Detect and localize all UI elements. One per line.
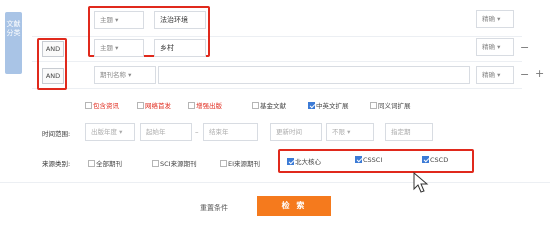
checkbox-checked[interactable]: [287, 157, 294, 165]
chevron-down-icon: ▾: [115, 16, 119, 24]
select-label: 指定期: [391, 128, 411, 136]
chevron-down-icon: ▾: [128, 71, 132, 79]
source-cssci[interactable]: CSSCI: [355, 155, 383, 164]
range-dash: –: [195, 128, 199, 136]
search-button[interactable]: 检 索: [257, 196, 331, 216]
chevron-down-icon: ▾: [497, 15, 501, 23]
publish-year-select[interactable]: 出版年度 ▾: [85, 123, 135, 141]
field-select-label: 期刊名称: [100, 71, 126, 79]
chevron-down-icon: ▾: [347, 128, 351, 136]
checkbox[interactable]: [85, 101, 92, 109]
chevron-down-icon: ▾: [119, 128, 123, 136]
remove-row-button[interactable]: −: [520, 42, 529, 53]
option-label: 增强出版: [196, 102, 222, 110]
end-year-select[interactable]: 结束年: [203, 123, 258, 141]
select-label: 出版年度: [91, 128, 117, 136]
option-label: EI来源期刊: [228, 160, 261, 168]
update-time-select[interactable]: 更新时间: [270, 123, 322, 141]
remove-row-button[interactable]: −: [520, 69, 529, 80]
field-select-3[interactable]: 期刊名称 ▾: [94, 66, 156, 84]
option-label: 北大核心: [295, 158, 321, 166]
source-category-label: 来源类别:: [42, 160, 71, 168]
row-divider: [32, 88, 522, 89]
select-label: 起始年: [146, 128, 166, 136]
chevron-down-icon: ▾: [497, 71, 501, 79]
match-select-label: 精确: [482, 71, 495, 79]
option-label: 基金文献: [260, 102, 286, 110]
option-label: 网络首发: [145, 102, 171, 110]
option-label: 中英文扩展: [316, 102, 349, 110]
source-ei[interactable]: EI来源期刊: [220, 158, 260, 168]
term-input-2[interactable]: 乡村: [154, 39, 206, 57]
field-select-label: 主题: [100, 44, 113, 52]
add-row-button[interactable]: +: [535, 68, 544, 79]
option-label: SCI来源期刊: [160, 160, 197, 168]
row-divider: [32, 61, 522, 62]
option-online-first[interactable]: 网络首发: [137, 100, 171, 110]
checkbox[interactable]: [88, 159, 95, 167]
select-label: 不限: [332, 128, 345, 136]
field-select-1[interactable]: 主题 ▾: [94, 11, 144, 29]
option-include-news[interactable]: 包含资讯: [85, 100, 119, 110]
term-input-3[interactable]: [158, 66, 470, 84]
checkbox[interactable]: [252, 101, 259, 109]
match-select-2[interactable]: 精确 ▾: [476, 38, 514, 56]
source-cscd[interactable]: CSCD: [422, 155, 449, 164]
match-select-label: 精确: [482, 15, 495, 23]
option-label: CSSCI: [363, 156, 383, 164]
option-label: CSCD: [430, 156, 449, 164]
field-select-2[interactable]: 主题 ▾: [94, 39, 144, 57]
row-divider: [0, 182, 550, 183]
checkbox[interactable]: [220, 159, 227, 167]
option-synonym-expand[interactable]: 同义词扩展: [370, 100, 411, 110]
checkbox-checked[interactable]: [422, 155, 429, 163]
option-cn-en-expand[interactable]: 中英文扩展: [308, 100, 349, 110]
checkbox[interactable]: [370, 101, 377, 109]
source-all-journals[interactable]: 全部期刊: [88, 158, 122, 168]
term-input-1[interactable]: 法治环境: [154, 11, 206, 29]
start-year-select[interactable]: 起始年: [140, 123, 192, 141]
select-label: 更新时间: [276, 128, 302, 136]
specify-period-select[interactable]: 指定期: [385, 123, 433, 141]
update-time-value-select[interactable]: 不限 ▾: [326, 123, 374, 141]
option-label: 包含资讯: [93, 102, 119, 110]
checkbox-checked[interactable]: [355, 155, 362, 163]
source-pku-core[interactable]: 北大核心: [287, 156, 321, 166]
checkbox-checked[interactable]: [308, 101, 315, 109]
mouse-cursor-icon: [413, 172, 429, 193]
option-fund-literature[interactable]: 基金文献: [252, 100, 286, 110]
option-label: 全部期刊: [96, 160, 122, 168]
chevron-down-icon: ▾: [115, 44, 119, 52]
match-select-label: 精确: [482, 43, 495, 51]
logic-select-3[interactable]: AND: [42, 68, 64, 84]
checkbox[interactable]: [152, 159, 159, 167]
time-range-label: 时间范围:: [42, 130, 71, 138]
option-label: 同义词扩展: [378, 102, 411, 110]
field-select-label: 主题: [100, 16, 113, 24]
logic-select-2[interactable]: AND: [42, 41, 64, 57]
chevron-down-icon: ▾: [497, 43, 501, 51]
reset-conditions-link[interactable]: 重置条件: [200, 203, 228, 213]
match-select-1[interactable]: 精确 ▾: [476, 10, 514, 28]
match-select-3[interactable]: 精确 ▾: [476, 66, 514, 84]
checkbox[interactable]: [188, 101, 195, 109]
option-enhanced-publish[interactable]: 增强出版: [188, 100, 222, 110]
category-side-tab[interactable]: 文献分类: [5, 12, 22, 74]
select-label: 结束年: [209, 128, 229, 136]
checkbox[interactable]: [137, 101, 144, 109]
source-sci[interactable]: SCI来源期刊: [152, 158, 197, 168]
